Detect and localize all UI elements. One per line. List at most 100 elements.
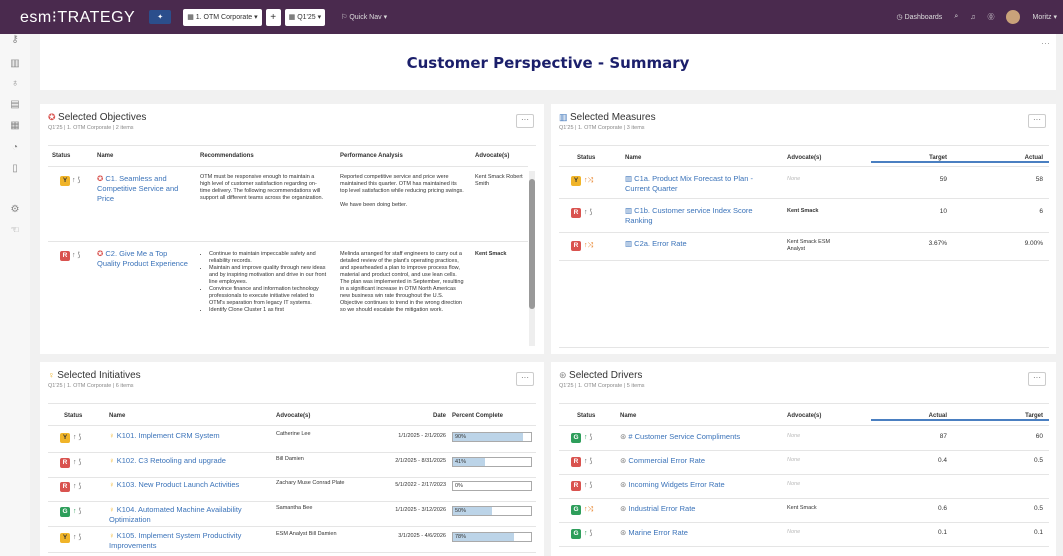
driver-name: Commercial Error Rate (628, 456, 706, 465)
table-icon[interactable]: ▤ (0, 99, 30, 110)
recommendation-item: Maintain and improve quality through new… (209, 265, 328, 286)
quick-nav-button[interactable]: ⚐ Quick Nav ▾ (341, 13, 387, 21)
hand-icon[interactable]: ☜ (0, 225, 30, 236)
objectives-menu-button[interactable]: ··· (516, 114, 534, 128)
driver-link[interactable]: ⊛ # Customer Service Compliments (620, 432, 780, 442)
chart-icon[interactable]: ▥ (0, 58, 30, 69)
initiative-link[interactable]: ♀ K105. Implement System Productivity Im… (109, 531, 264, 551)
driver-link[interactable]: ⊛ Incoming Widgets Error Rate (620, 480, 780, 490)
initiative-name: K103. New Product Launch Activities (116, 480, 240, 489)
divider (559, 546, 1049, 547)
date-range: 1/1/2025 - 3/12/2026 (395, 507, 446, 513)
drivers-title: ⊛ Selected Drivers (559, 370, 642, 381)
initiative-icon: ♀ (109, 480, 117, 489)
help-icon[interactable]: ⓪ (987, 12, 994, 22)
status-badge: G (571, 433, 581, 443)
status-badge: Y (60, 176, 70, 186)
col-status[interactable]: Status (577, 155, 595, 161)
gauge-icon[interactable]: ◔ (0, 142, 30, 153)
trend-icon: ↑⤨ (584, 177, 594, 184)
trend-icon: ↑ ⟆ (584, 482, 593, 489)
objective-link[interactable]: ✪ C2. Give Me a Top Quality Product Expe… (97, 249, 192, 269)
settings-icon[interactable]: ⚙ (0, 204, 30, 215)
grid-icon[interactable]: ▦ (0, 120, 30, 131)
initiative-link[interactable]: ♀ K103. New Product Launch Activities (109, 480, 264, 490)
divider (48, 501, 536, 502)
user-menu[interactable]: Moritz ▾ (1032, 13, 1057, 21)
measure-link[interactable]: ▥ C2a. Error Rate (625, 239, 775, 249)
col-status[interactable]: Status (64, 413, 82, 419)
divider (559, 232, 1049, 233)
key-icon[interactable]: ⚷ (0, 34, 30, 45)
measures-subtitle: Q1'25 | 1. OTM Corporate | 3 items (559, 125, 645, 131)
language-flag-icon[interactable]: ✦ (149, 10, 172, 24)
search-icon[interactable]: ⌕ (954, 13, 958, 21)
org-icon: ▦ (187, 14, 196, 21)
col-advocates[interactable]: Advocate(s) (787, 413, 821, 419)
scrollbar-thumb[interactable] (529, 179, 535, 309)
col-status[interactable]: Status (577, 413, 595, 419)
bulb-icon[interactable]: ♁ (0, 78, 30, 89)
advocate-text: None (787, 529, 801, 535)
measure-link[interactable]: ▥ C1b. Customer service Index Score Rank… (625, 206, 775, 226)
org-select[interactable]: ▦ 1. OTM Corporate ▾ (183, 8, 262, 26)
col-target[interactable]: Target (871, 155, 961, 163)
bell-icon[interactable]: ♫ (970, 14, 975, 21)
add-org-button[interactable]: + (265, 8, 281, 26)
advocate-text: Kent Smack Robert Smith (475, 174, 523, 187)
col-target[interactable]: Target (961, 413, 1049, 421)
objective-link[interactable]: ✪ C1. Seamless and Competitive Service a… (97, 174, 192, 204)
advocate-text: Kent Smack (475, 251, 507, 257)
col-name[interactable]: Name (620, 413, 636, 419)
analysis-text-part: We have been doing better. (340, 202, 408, 208)
col-advocates[interactable]: Advocate(s) (276, 413, 310, 419)
col-name[interactable]: Name (625, 155, 641, 161)
period-select-value: Q1'25 ▾ (297, 14, 322, 21)
drivers-menu-button[interactable]: ··· (1028, 372, 1046, 386)
drivers-title-text: Selected Drivers (569, 370, 643, 381)
col-analysis[interactable]: Performance Analysis (340, 153, 403, 159)
page-menu-button[interactable]: ··· (1041, 38, 1050, 48)
logo[interactable]: esm⁝TRATEGY (20, 7, 135, 27)
measures-title-text: Selected Measures (570, 112, 656, 123)
col-percent[interactable]: Percent Complete (452, 413, 503, 419)
driver-link[interactable]: ⊛ Commercial Error Rate (620, 456, 780, 466)
divider (48, 452, 536, 453)
date-range: 1/1/2025 - 2/1/2026 (398, 433, 446, 439)
initiative-link[interactable]: ♀ K101. Implement CRM System (109, 431, 264, 441)
measure-link[interactable]: ▥ C1a. Product Mix Forecast to Plan - Cu… (625, 174, 775, 194)
trend-icon: ↑ ⟆ (73, 459, 82, 466)
progress-label: 90% (455, 434, 467, 440)
col-actual[interactable]: Actual (871, 413, 961, 421)
initiative-link[interactable]: ♀ K104. Automated Machine Availability O… (109, 505, 264, 525)
divider (559, 166, 1049, 167)
avatar[interactable] (1006, 10, 1021, 24)
actual-value: 0.6 (937, 505, 947, 512)
divider (48, 425, 536, 426)
col-actual[interactable]: Actual (961, 155, 1049, 163)
initiatives-menu-button[interactable]: ··· (516, 372, 534, 386)
initiative-link[interactable]: ♀ K102. C3 Retooling and upgrade (109, 456, 264, 466)
page-title: Customer Perspective - Summary (406, 54, 690, 72)
period-select[interactable]: ▦ Q1'25 ▾ (284, 8, 326, 26)
trend-icon: ↑ ⟆ (72, 252, 81, 259)
advocate-text: Kent Smack (787, 505, 817, 511)
col-name[interactable]: Name (97, 153, 113, 159)
col-recommendations[interactable]: Recommendations (200, 153, 254, 159)
col-date[interactable]: Date (370, 413, 446, 419)
measures-menu-button[interactable]: ··· (1028, 114, 1046, 128)
driver-link[interactable]: ⊛ Industrial Error Rate (620, 504, 780, 514)
divider (48, 552, 536, 553)
col-name[interactable]: Name (109, 413, 125, 419)
progress-bar: 50% (452, 506, 532, 516)
col-advocates[interactable]: Advocate(s) (475, 153, 509, 159)
dashboards-link[interactable]: ◷ Dashboards (897, 13, 943, 21)
actual-value: 0.1 (937, 529, 947, 536)
document-icon[interactable]: ▯ (0, 163, 30, 174)
actual-value: 87 (939, 433, 947, 440)
progress-label: 41% (455, 459, 467, 465)
recommendation-item: Convince finance and information technol… (209, 286, 328, 307)
col-advocates[interactable]: Advocate(s) (787, 155, 821, 161)
driver-link[interactable]: ⊛ Marine Error Rate (620, 528, 780, 538)
col-status[interactable]: Status (52, 153, 70, 159)
